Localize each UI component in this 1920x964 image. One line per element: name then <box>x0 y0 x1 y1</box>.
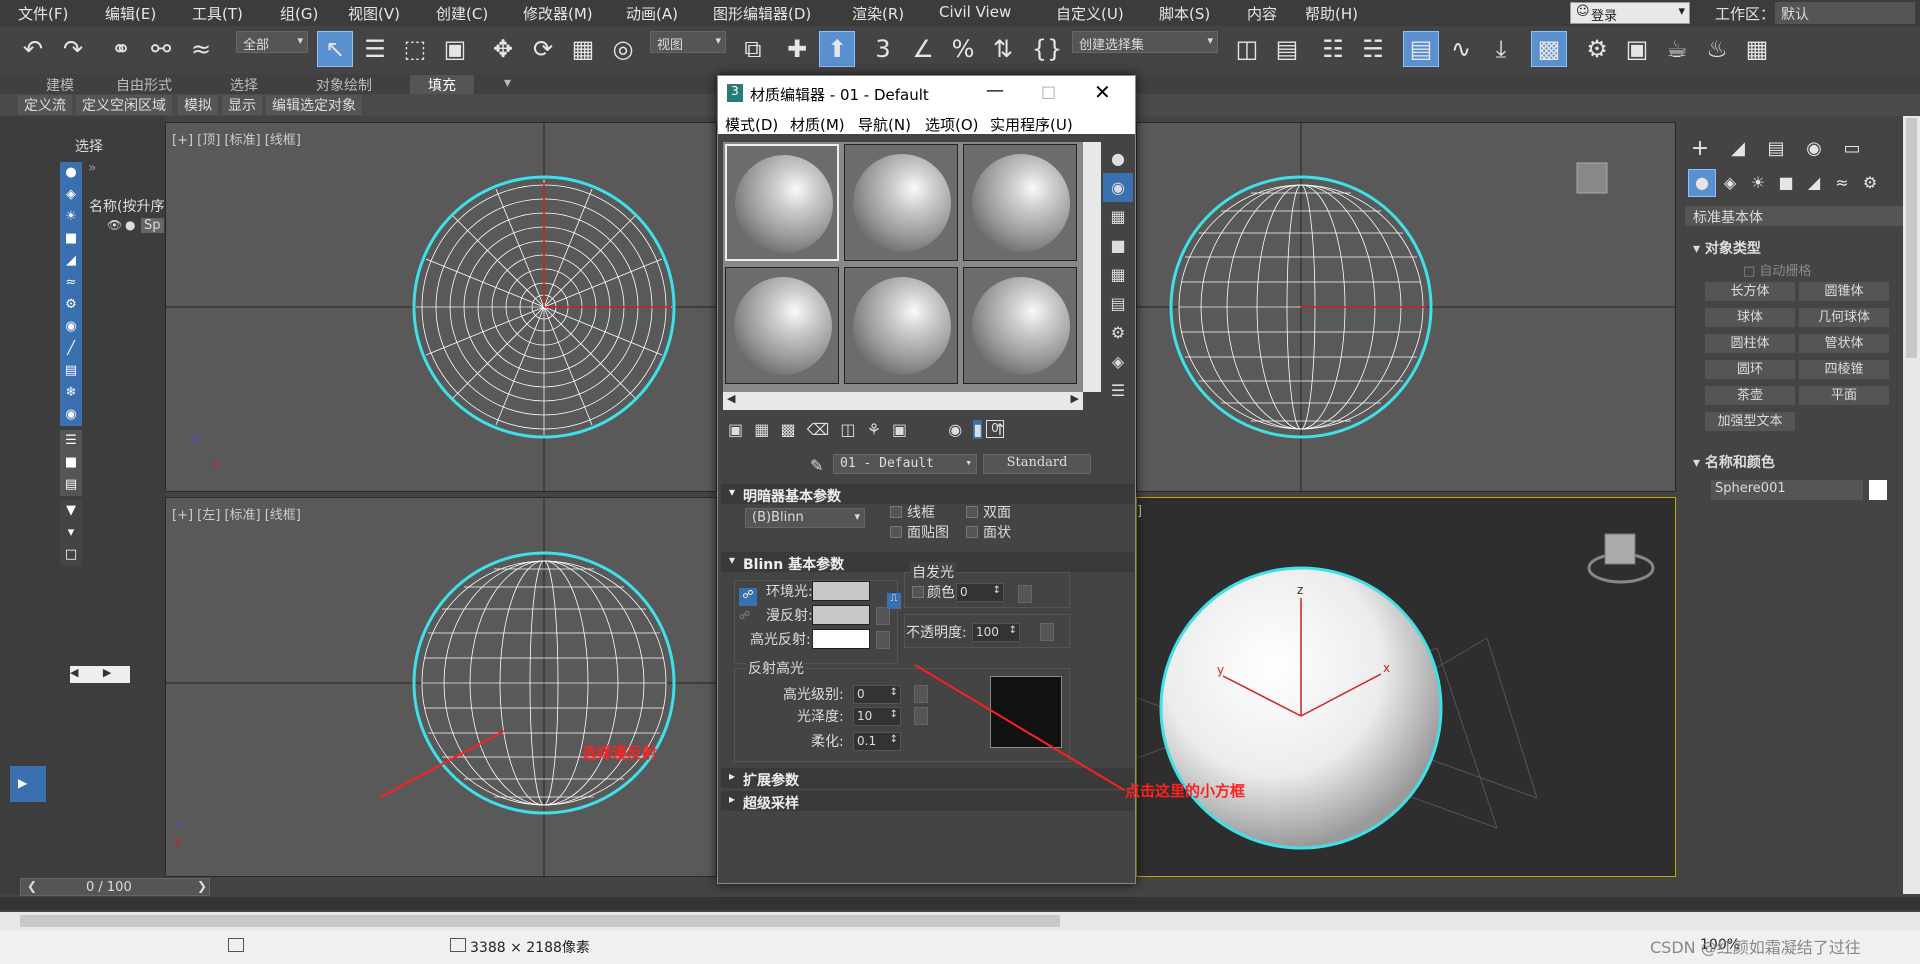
annotation-click-box: 点击这里的小方框 <box>1125 782 1246 800</box>
annotation-arrow-box <box>914 664 1125 791</box>
status-bar: 3388 × 2188像素 100% CSDN @红颜如霜凝结了过往 <box>0 930 1920 964</box>
annotation-select-diffuse: 选择漫反射 <box>582 744 658 762</box>
screen-icon <box>228 938 244 952</box>
watermark: CSDN @红颜如霜凝结了过往 <box>1650 938 1861 957</box>
annotation-overlay <box>914 664 1125 791</box>
image-dimensions: 3388 × 2188像素 <box>470 940 590 956</box>
image-size-icon <box>450 938 466 952</box>
